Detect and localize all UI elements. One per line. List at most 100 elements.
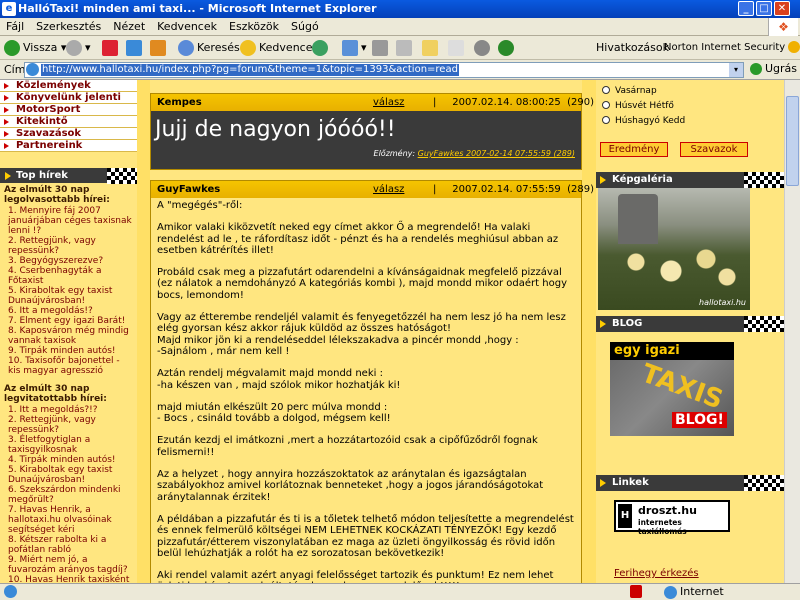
nav-motorsport[interactable]: MotorSport bbox=[0, 104, 137, 116]
windows-logo-icon: ❖ bbox=[768, 18, 798, 36]
news-link[interactable]: 1. Mennyire fáj 2007 januárjában céges t… bbox=[0, 206, 137, 236]
post-author[interactable]: GuyFawkes bbox=[157, 181, 220, 198]
news-link[interactable]: 3. Begyógyszerezve? bbox=[0, 256, 137, 266]
address-input[interactable]: http://www.hallotaxi.hu/index.php?pg=for… bbox=[24, 62, 744, 78]
nav-szavazasok[interactable]: Szavazások bbox=[0, 128, 137, 140]
post-line bbox=[157, 211, 575, 222]
nav-konyvelunk[interactable]: Könyvelünk jelenti bbox=[0, 92, 137, 104]
post-line: Ezután kezdj el imátkozni ,mert a hozzát… bbox=[157, 435, 538, 458]
mail-button[interactable]: ▾ bbox=[342, 38, 367, 58]
post-line: Amikor valaki kiközvetít neked egy címet… bbox=[157, 222, 559, 256]
blog-banner[interactable]: egy igazi TAXIS BLOG! bbox=[610, 342, 734, 436]
messenger-button[interactable] bbox=[474, 38, 493, 58]
go-arrow-icon bbox=[750, 63, 762, 75]
radio-icon[interactable] bbox=[602, 86, 610, 94]
news-link[interactable]: 7. Elment egy igazi Barát! bbox=[0, 316, 137, 326]
right-column: Vasárnap Húsvét Hétfő Húshagyó Kedd Ered… bbox=[596, 80, 784, 583]
messenger-icon bbox=[474, 40, 490, 56]
poll-result-button[interactable]: Eredmény bbox=[600, 142, 668, 157]
gallery-header: Képgaléria bbox=[596, 172, 784, 188]
nav-kitekinto[interactable]: Kitekintő bbox=[0, 116, 137, 128]
maximize-button[interactable]: □ bbox=[756, 1, 772, 16]
news-link[interactable]: 9. Miért nem jó, a fuvarozám arányos tag… bbox=[0, 555, 137, 575]
search-icon bbox=[178, 40, 194, 56]
most-read-list: 1. Mennyire fáj 2007 januárjában céges t… bbox=[0, 206, 137, 376]
news-link[interactable]: 5. Kiraboltak egy taxist Dunaújvárosban! bbox=[0, 286, 137, 306]
gallery-image[interactable]: hallotaxi.hu bbox=[598, 188, 750, 310]
menu-favorites[interactable]: Kedvencek bbox=[151, 18, 223, 35]
reply-link[interactable]: válasz bbox=[373, 94, 404, 111]
news-link[interactable]: 8. Kétszer rabolta ki a pofátlan rabló bbox=[0, 535, 137, 555]
links-header: Linkek bbox=[596, 475, 784, 491]
reply-link[interactable]: válasz bbox=[373, 181, 404, 198]
print-button[interactable] bbox=[372, 38, 391, 58]
news-link[interactable]: 3. Életfogytiglan a taxisgyilkosnak bbox=[0, 435, 137, 455]
go-button[interactable]: Ugrás bbox=[750, 62, 797, 75]
post-number: (289) bbox=[567, 184, 595, 195]
post-big-text: Jujj de nagyon jóóóó!! bbox=[155, 117, 396, 142]
ferihegy-link[interactable]: Ferihegy érkezés bbox=[614, 568, 699, 579]
menu-view[interactable]: Nézet bbox=[107, 18, 151, 35]
news-link[interactable]: 8. Kaposváron még mindig vannak taxisok bbox=[0, 326, 137, 346]
news-link[interactable]: 4. Cserbenhagyták a Főtaxist bbox=[0, 266, 137, 286]
search-button[interactable]: Keresés bbox=[178, 38, 240, 58]
nav-partnereink[interactable]: Partnereink bbox=[0, 140, 137, 152]
news-link[interactable]: 5. Kiraboltak egy taxist Dunaújvárosban! bbox=[0, 465, 137, 485]
nav-kozlemenyek[interactable]: Közlemények bbox=[0, 80, 137, 92]
forward-button[interactable]: ▾ bbox=[66, 38, 91, 58]
post-line bbox=[157, 424, 575, 435]
news-link[interactable]: 1. Itt a megoldás?!? bbox=[0, 405, 137, 415]
news-link[interactable]: 9. Tirpák minden autós! bbox=[0, 346, 137, 356]
folder-button[interactable] bbox=[422, 38, 441, 58]
poll-option[interactable]: Vasárnap bbox=[596, 84, 784, 99]
post-line: A "megégés"-ről: bbox=[157, 200, 243, 211]
news-link[interactable]: 2. Rettegjünk, vagy repessünk? bbox=[0, 236, 137, 256]
folder-icon bbox=[422, 40, 438, 56]
msn-people-icon bbox=[498, 40, 514, 56]
close-button[interactable]: ✕ bbox=[774, 1, 790, 16]
msn-button[interactable] bbox=[498, 38, 517, 58]
news-link[interactable]: 6. Szekszárdon mindenki megőrült? bbox=[0, 485, 137, 505]
mail-icon bbox=[342, 40, 358, 56]
menu-bar: Fájl Szerkesztés Nézet Kedvencek Eszközök Súg… bbox=[0, 18, 800, 36]
history-icon bbox=[312, 40, 328, 56]
norton-button[interactable]: Norton Internet Security ▾ bbox=[664, 38, 800, 58]
refresh-button[interactable] bbox=[126, 38, 145, 58]
menu-help[interactable]: Súgó bbox=[285, 18, 325, 35]
news-link[interactable]: 7. Havas Henrik, a hallotaxi.hu olvasóin… bbox=[0, 505, 137, 535]
droszt-banner[interactable]: H droszt.hu internetes taxiállomás bbox=[614, 500, 730, 536]
zone-label: Internet bbox=[680, 585, 724, 598]
window-title: HallóTaxi! minden ami taxi... - Microsof… bbox=[18, 2, 377, 15]
history-button[interactable] bbox=[312, 38, 331, 58]
poll-option[interactable]: Húshagyó Kedd bbox=[596, 114, 784, 129]
poll-vote-button[interactable]: Szavazok bbox=[680, 142, 748, 157]
vertical-scrollbar[interactable] bbox=[784, 80, 800, 583]
menu-tools[interactable]: Eszközök bbox=[223, 18, 285, 35]
edit-button[interactable] bbox=[396, 38, 415, 58]
minimize-button[interactable]: _ bbox=[738, 1, 754, 16]
title-bar: e HallóTaxi! minden ami taxi... - Micros… bbox=[0, 0, 800, 18]
research-button[interactable] bbox=[448, 38, 467, 58]
radio-icon[interactable] bbox=[602, 116, 610, 124]
scroll-thumb[interactable] bbox=[786, 96, 799, 186]
poll-option[interactable]: Húsvét Hétfő bbox=[596, 99, 784, 114]
back-button[interactable]: Vissza ▾ bbox=[4, 38, 66, 58]
checker-decoration bbox=[744, 316, 784, 332]
links-button[interactable]: Hivatkozások bbox=[596, 38, 669, 58]
news-link[interactable]: 6. Itt a megoldás!? bbox=[0, 306, 137, 316]
home-icon bbox=[150, 40, 166, 56]
previous-post-link[interactable]: GuyFawkes 2007-02-14 07:55:59 (289) bbox=[418, 149, 575, 158]
news-link[interactable]: 10. Taxisofőr bajonettel - kis magyar ag… bbox=[0, 356, 137, 376]
address-url: http://www.hallotaxi.hu/index.php?pg=for… bbox=[41, 64, 459, 76]
menu-file[interactable]: Fájl bbox=[0, 18, 30, 35]
news-link[interactable]: 10. Havas Henrik taxisként bbox=[0, 575, 137, 583]
radio-icon[interactable] bbox=[602, 101, 610, 109]
news-link[interactable]: 4. Tirpák minden autós! bbox=[0, 455, 137, 465]
post-author[interactable]: Kempes bbox=[157, 94, 202, 111]
stop-button[interactable] bbox=[102, 38, 121, 58]
address-dropdown-icon[interactable]: ▾ bbox=[729, 63, 743, 77]
news-link[interactable]: 2. Rettegjünk, vagy repessünk? bbox=[0, 415, 137, 435]
menu-edit[interactable]: Szerkesztés bbox=[30, 18, 107, 35]
home-button[interactable] bbox=[150, 38, 169, 58]
favorites-button[interactable]: Kedvencek bbox=[240, 38, 319, 58]
